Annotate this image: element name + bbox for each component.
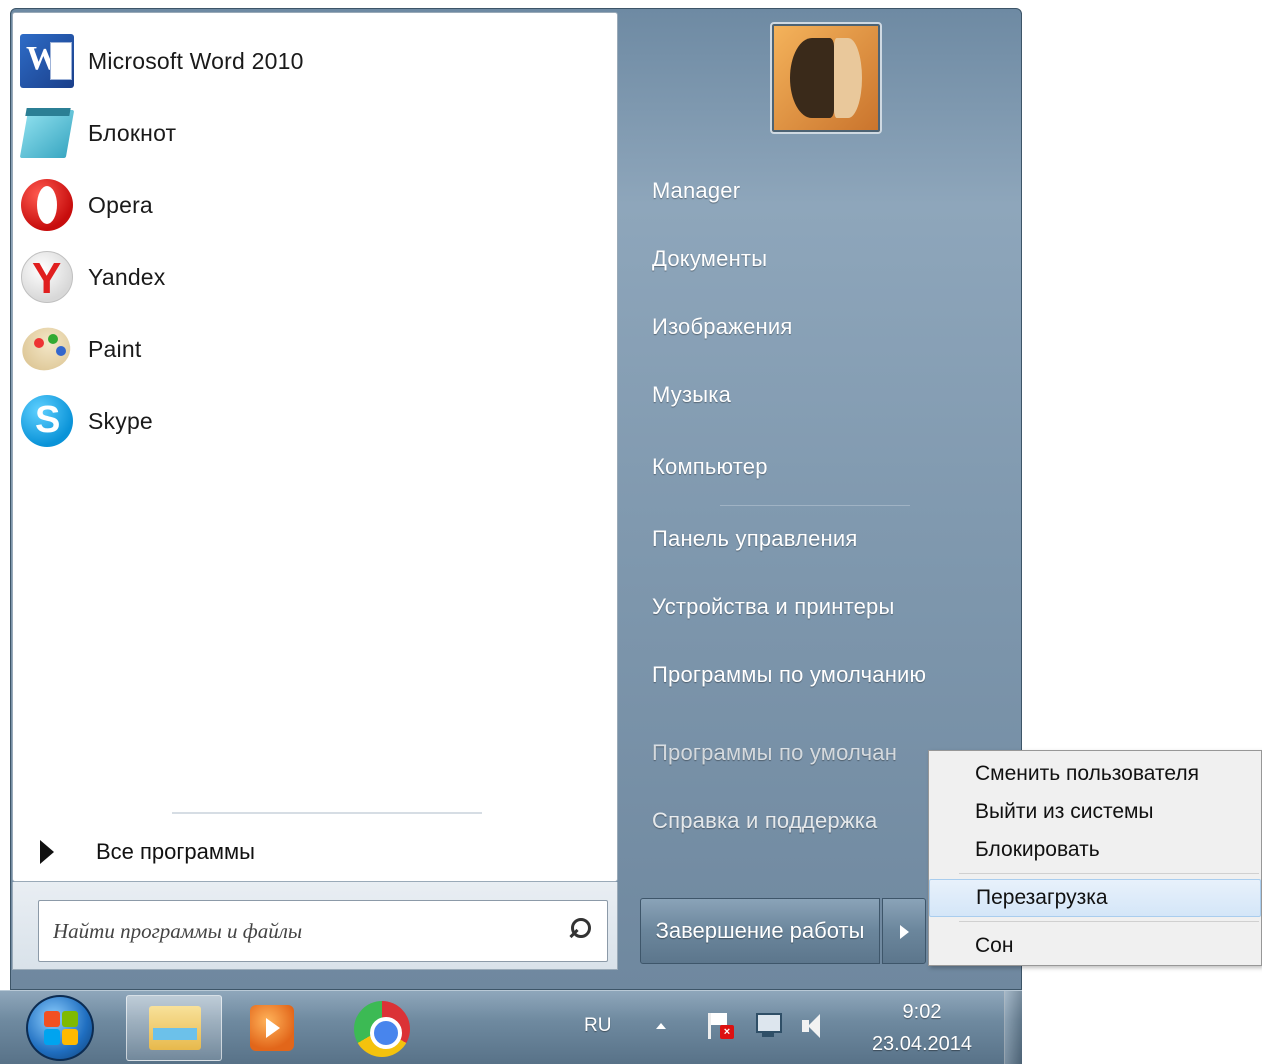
paint-icon <box>16 320 76 378</box>
windows-logo-icon <box>44 1011 60 1027</box>
search-box[interactable] <box>38 900 608 962</box>
network-icon[interactable] <box>752 1009 784 1043</box>
start-button[interactable] <box>26 995 94 1061</box>
avatar-picture <box>790 38 834 118</box>
program-item-notepad[interactable]: Блокнот <box>18 100 578 166</box>
alert-x-icon: × <box>720 1025 734 1039</box>
show-desktop-button[interactable] <box>1004 991 1022 1064</box>
program-label: Paint <box>88 335 142 362</box>
program-label: Yandex <box>88 263 166 290</box>
power-options-menu: Сменить пользователя Выйти из системы Бл… <box>928 750 1262 966</box>
taskbar-explorer-button[interactable] <box>126 995 222 1061</box>
place-default-programs[interactable]: Программы по умолчанию <box>652 662 926 688</box>
shutdown-button[interactable]: Завершение работы <box>640 898 880 964</box>
arrow-right-icon <box>900 925 909 939</box>
yandex-icon <box>18 248 76 306</box>
all-programs-separator <box>172 812 482 814</box>
place-control-panel[interactable]: Панель управления <box>652 526 858 552</box>
folder-icon <box>149 1006 201 1050</box>
chrome-icon <box>354 1001 410 1057</box>
search-input[interactable] <box>53 918 563 944</box>
menu-item-label: Сон <box>975 934 1014 957</box>
all-programs-label: Все программы <box>96 839 255 864</box>
show-hidden-icons-icon[interactable] <box>656 1023 666 1029</box>
menu-item-log-off[interactable]: Выйти из системы <box>929 793 1261 831</box>
place-default-programs-faded[interactable]: Программы по умолчан <box>652 740 897 766</box>
program-item-word[interactable]: Microsoft Word 2010 <box>18 28 578 94</box>
place-help-support[interactable]: Справка и поддержка <box>652 808 878 834</box>
menu-item-lock[interactable]: Блокировать <box>929 831 1261 869</box>
menu-item-restart[interactable]: Перезагрузка <box>929 879 1261 917</box>
program-label: Skype <box>88 407 153 434</box>
place-computer[interactable]: Компьютер <box>652 454 768 480</box>
clock-time[interactable]: 9:02 <box>880 1001 964 1024</box>
arrow-right-icon <box>40 840 54 864</box>
windows-logo-icon <box>44 1029 60 1045</box>
place-music[interactable]: Музыка <box>652 382 731 408</box>
menu-separator <box>959 873 1259 874</box>
windows-logo-icon <box>62 1011 78 1027</box>
place-documents[interactable]: Документы <box>652 246 767 272</box>
menu-item-label: Сменить пользователя <box>975 762 1199 785</box>
program-label: Блокнот <box>88 119 177 146</box>
taskbar: RU × 9:02 23.04.2014 <box>0 990 1022 1064</box>
place-pictures[interactable]: Изображения <box>652 314 792 340</box>
shutdown-options-button[interactable] <box>882 898 926 964</box>
notepad-icon <box>18 104 76 162</box>
taskbar-media-player-button[interactable] <box>240 995 304 1061</box>
menu-item-label: Блокировать <box>975 838 1100 861</box>
menu-separator <box>959 921 1259 922</box>
shutdown-label: Завершение работы <box>655 918 865 943</box>
windows-logo-icon <box>62 1029 78 1045</box>
language-indicator[interactable]: RU <box>584 1015 611 1037</box>
places-separator <box>720 505 910 506</box>
media-player-icon <box>250 1005 294 1051</box>
volume-icon[interactable] <box>800 1011 826 1041</box>
menu-item-label: Выйти из системы <box>975 800 1154 823</box>
program-label: Opera <box>88 191 153 218</box>
taskbar-chrome-button[interactable] <box>340 995 424 1061</box>
menu-item-label: Перезагрузка <box>976 886 1108 909</box>
clock-date[interactable]: 23.04.2014 <box>852 1033 992 1056</box>
menu-item-sleep[interactable]: Сон <box>929 927 1261 965</box>
place-user-folder[interactable]: Manager <box>652 178 740 204</box>
program-item-opera[interactable]: Opera <box>18 172 578 238</box>
opera-icon <box>18 176 76 234</box>
program-item-paint[interactable]: Paint <box>16 316 578 382</box>
program-item-yandex[interactable]: Yandex <box>18 244 578 310</box>
avatar-picture-highlight <box>834 38 862 118</box>
skype-icon <box>18 392 76 450</box>
program-label: Microsoft Word 2010 <box>88 47 304 74</box>
action-center-icon[interactable]: × <box>706 1011 736 1041</box>
place-devices-printers[interactable]: Устройства и принтеры <box>652 594 895 620</box>
menu-item-switch-user[interactable]: Сменить пользователя <box>929 755 1261 793</box>
word-icon <box>18 32 76 90</box>
user-avatar[interactable] <box>770 22 882 134</box>
program-item-skype[interactable]: Skype <box>18 388 578 454</box>
search-icon[interactable] <box>563 916 593 946</box>
all-programs-button[interactable]: Все программы <box>40 832 460 872</box>
